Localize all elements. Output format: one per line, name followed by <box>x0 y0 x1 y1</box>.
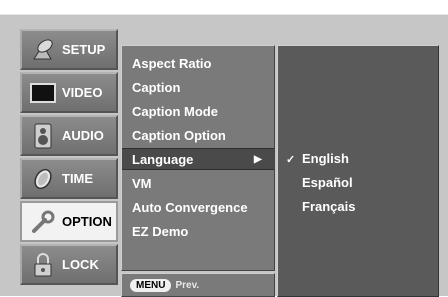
menu-item-aspect-ratio[interactable]: Aspect Ratio <box>122 53 274 75</box>
osd-menu-window: SETUP VIDEO AUDIO TIME OPTION LOCK Aspec… <box>0 14 448 297</box>
submenu-item-label: Français <box>302 199 356 214</box>
submenu-item-espanol[interactable]: Español <box>286 172 353 194</box>
option-menu-panel: Aspect Ratio Caption Caption Mode Captio… <box>121 45 275 271</box>
arrow-right-icon: ▶ <box>254 154 262 165</box>
submenu-item-english[interactable]: ✓ English <box>286 148 349 170</box>
satellite-dish-icon <box>28 35 58 65</box>
sidebar-item-label: VIDEO <box>62 85 103 100</box>
sidebar-item-video[interactable]: VIDEO <box>20 72 118 113</box>
sidebar-item-time[interactable]: TIME <box>20 158 118 199</box>
submenu-item-label: Español <box>302 175 353 190</box>
menu-item-caption-mode[interactable]: Caption Mode <box>122 101 274 123</box>
clock-icon <box>28 164 58 194</box>
sidebar-item-label: OPTION <box>62 214 112 229</box>
wrench-icon <box>28 207 58 237</box>
sidebar-item-option[interactable]: OPTION <box>20 201 118 242</box>
prev-bar: MENU Prev. <box>121 273 275 297</box>
menu-item-label: Language <box>132 152 194 167</box>
menu-item-caption[interactable]: Caption <box>122 77 274 99</box>
tv-screen-icon <box>28 78 58 108</box>
sidebar-item-label: LOCK <box>62 257 99 272</box>
menu-item-auto-convergence[interactable]: Auto Convergence <box>122 197 274 219</box>
sidebar-item-setup[interactable]: SETUP <box>20 29 118 70</box>
speaker-icon <box>28 121 58 151</box>
prev-label: Prev. <box>175 279 200 291</box>
menu-item-ez-demo[interactable]: EZ Demo <box>122 221 274 243</box>
sidebar-item-label: TIME <box>62 171 94 186</box>
checkmark-icon: ✓ <box>286 154 296 166</box>
submenu-item-francais[interactable]: Français <box>286 196 355 218</box>
sidebar-item-label: AUDIO <box>62 128 104 143</box>
sidebar-item-label: SETUP <box>62 42 106 57</box>
sidebar-item-lock[interactable]: LOCK <box>20 244 118 285</box>
menu-item-vm[interactable]: VM <box>122 173 274 195</box>
language-submenu-panel: ✓ English Español Français <box>277 45 439 297</box>
menu-key-button[interactable]: MENU <box>130 278 172 292</box>
menu-item-language[interactable]: Language ▶ <box>122 148 274 170</box>
sidebar-item-audio[interactable]: AUDIO <box>20 115 118 156</box>
menu-item-caption-option[interactable]: Caption Option <box>122 125 274 147</box>
padlock-icon <box>28 250 58 280</box>
submenu-item-label: English <box>302 151 349 166</box>
